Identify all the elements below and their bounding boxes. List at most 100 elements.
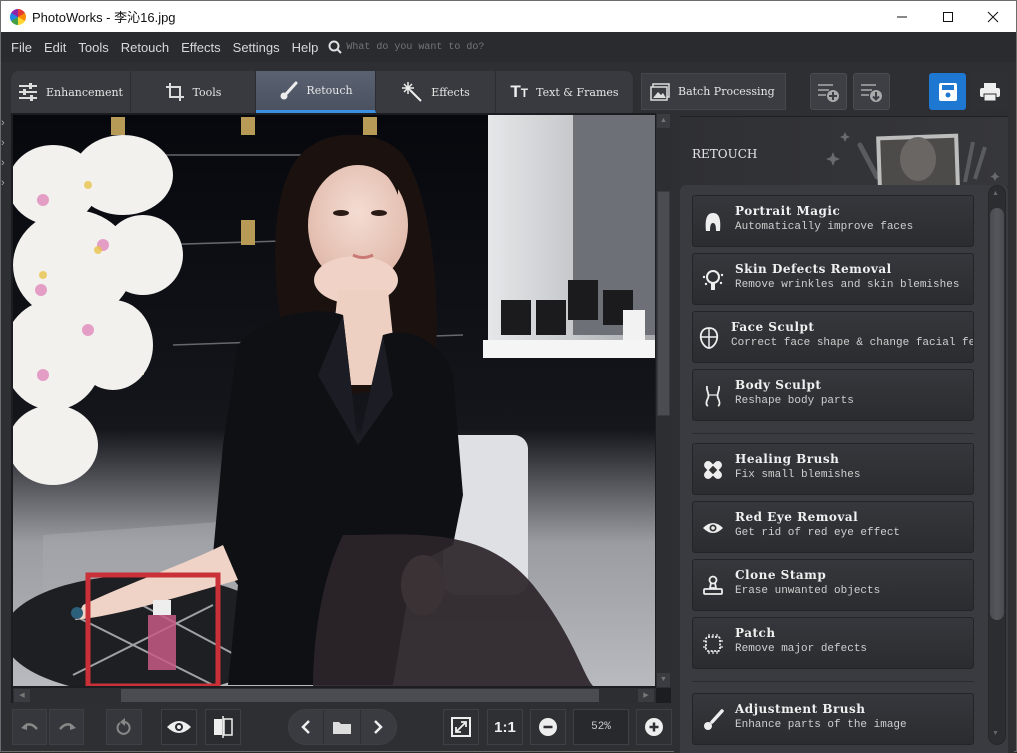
minimize-icon xyxy=(897,16,907,17)
batch-processing-label: Batch Processing xyxy=(678,85,775,98)
actual-size-button[interactable]: 1:1 xyxy=(487,709,523,745)
panel-scrollbar[interactable]: ▲ ▼ xyxy=(988,185,1006,745)
expand-arrow-icon[interactable]: › xyxy=(1,136,11,150)
rotate-reset-icon xyxy=(116,718,131,735)
scroll-down-icon[interactable]: ▼ xyxy=(992,730,999,737)
maximize-icon xyxy=(943,11,953,22)
vertical-scrollbar[interactable]: ▲ ▼ xyxy=(656,113,671,688)
sliders-icon xyxy=(19,83,38,101)
portrait-magic-icon xyxy=(701,210,725,234)
scroll-up-icon[interactable]: ▲ xyxy=(992,190,999,197)
scroll-right-icon[interactable]: ▶ xyxy=(638,689,654,702)
menu-file[interactable]: File xyxy=(5,40,38,55)
fit-screen-icon xyxy=(451,717,471,737)
vertical-scroll-thumb[interactable] xyxy=(657,191,670,416)
tool-name: Body Sculpt xyxy=(735,378,822,392)
tool-body-sculpt[interactable]: Body Sculpt Reshape body parts xyxy=(692,369,974,421)
horizontal-scroll-thumb[interactable] xyxy=(121,689,599,702)
patch-icon xyxy=(701,632,725,656)
tool-portrait-magic[interactable]: Portrait Magic Automatically improve fac… xyxy=(692,195,974,247)
next-image-button[interactable] xyxy=(361,710,396,744)
tool-clone-stamp[interactable]: Clone Stamp Erase unwanted objects xyxy=(692,559,974,611)
scroll-down-icon[interactable]: ▼ xyxy=(657,673,670,687)
menu-tools[interactable]: Tools xyxy=(72,40,114,55)
horizontal-scrollbar[interactable]: ◀ ▶ xyxy=(13,688,656,703)
expand-arrow-icon[interactable]: › xyxy=(1,116,11,130)
menu-edit[interactable]: Edit xyxy=(38,40,72,55)
tab-label: Effects xyxy=(431,85,470,99)
tool-list: Portrait Magic Automatically improve fac… xyxy=(680,185,1008,753)
tool-name: Clone Stamp xyxy=(735,568,827,582)
title-bar: PhotoWorks - 李沁16.jpg xyxy=(1,1,1016,32)
tool-description: Remove wrinkles and skin blemishes xyxy=(735,279,960,291)
tool-description: Automatically improve faces xyxy=(735,221,914,233)
eye-icon xyxy=(167,721,191,733)
add-preset-button[interactable] xyxy=(810,73,847,110)
scroll-left-icon[interactable]: ◀ xyxy=(14,689,30,702)
tool-name: Face Sculpt xyxy=(731,320,815,334)
tab-retouch[interactable]: Retouch xyxy=(256,71,376,113)
zoom-value: 52% xyxy=(591,721,611,733)
tool-red-eye-removal[interactable]: Red Eye Removal Get rid of red eye effec… xyxy=(692,501,974,553)
compare-button[interactable] xyxy=(205,709,241,745)
tool-face-sculpt[interactable]: Face Sculpt Correct face shape & change … xyxy=(692,311,974,363)
zoom-in-button[interactable] xyxy=(636,709,672,745)
tool-name: Patch xyxy=(735,626,776,640)
tool-description: Enhance parts of the image xyxy=(735,719,907,731)
fit-to-screen-button[interactable] xyxy=(443,709,479,745)
menu-help[interactable]: Help xyxy=(286,40,325,55)
batch-processing-button[interactable]: Batch Processing xyxy=(641,73,786,110)
search-input[interactable] xyxy=(346,41,547,53)
expand-arrow-icon[interactable]: › xyxy=(1,156,11,170)
reset-button[interactable] xyxy=(106,709,142,745)
maximize-button[interactable] xyxy=(925,1,971,32)
print-button[interactable] xyxy=(971,73,1008,110)
menu-retouch[interactable]: Retouch xyxy=(115,40,175,55)
tab-enhancement[interactable]: Enhancement xyxy=(11,71,131,113)
redo-button[interactable] xyxy=(49,709,84,745)
open-folder-button[interactable] xyxy=(324,710,361,744)
divider xyxy=(692,433,974,434)
preset-download-icon xyxy=(860,83,882,102)
menu-effects[interactable]: Effects xyxy=(175,40,227,55)
tab-effects[interactable]: Effects xyxy=(376,71,496,113)
photo-image xyxy=(13,115,655,686)
scroll-up-icon[interactable]: ▲ xyxy=(657,114,670,128)
tool-description: Remove major defects xyxy=(735,643,868,655)
expand-arrow-icon[interactable]: › xyxy=(1,176,11,190)
tool-healing-brush[interactable]: Healing Brush Fix small blemishes xyxy=(692,443,974,495)
minimize-button[interactable] xyxy=(879,1,925,32)
tool-name: Portrait Magic xyxy=(735,204,841,218)
text-icon: TT xyxy=(510,82,529,101)
photo[interactable] xyxy=(13,115,655,686)
download-preset-button[interactable] xyxy=(853,73,890,110)
tool-name: Healing Brush xyxy=(735,452,840,466)
tab-tools[interactable]: Tools xyxy=(131,71,256,113)
image-canvas[interactable]: ▲ ▼ ◀ ▶ xyxy=(11,113,671,703)
compare-icon xyxy=(214,716,233,738)
chevron-right-icon xyxy=(374,720,384,734)
tool-adjustment-brush[interactable]: Adjustment Brush Enhance parts of the im… xyxy=(692,693,974,745)
brush-icon xyxy=(701,708,725,732)
close-button[interactable] xyxy=(970,1,1016,32)
redo-icon xyxy=(58,723,76,730)
preview-button[interactable] xyxy=(161,709,197,745)
tool-skin-defects-removal[interactable]: Skin Defects Removal Remove wrinkles and… xyxy=(692,253,974,305)
tool-name: Skin Defects Removal xyxy=(735,262,892,276)
panel-scroll-thumb[interactable] xyxy=(990,208,1004,620)
menu-settings[interactable]: Settings xyxy=(227,40,286,55)
zoom-level-field[interactable]: 52% xyxy=(573,709,629,745)
image-navigator xyxy=(288,709,397,745)
zoom-in-icon xyxy=(645,718,663,736)
print-icon xyxy=(979,82,1000,101)
crop-icon xyxy=(165,83,184,101)
undo-button[interactable] xyxy=(12,709,47,745)
window-title: PhotoWorks - 李沁16.jpg xyxy=(32,10,176,25)
tab-text-frames[interactable]: TT Text & Frames xyxy=(496,71,634,113)
save-button[interactable] xyxy=(929,73,966,110)
previous-image-button[interactable] xyxy=(289,710,325,744)
panel-title: RETOUCH xyxy=(692,147,758,161)
chevron-left-icon xyxy=(301,720,311,734)
zoom-out-button[interactable] xyxy=(530,709,566,745)
tool-patch[interactable]: Patch Remove major defects xyxy=(692,617,974,669)
